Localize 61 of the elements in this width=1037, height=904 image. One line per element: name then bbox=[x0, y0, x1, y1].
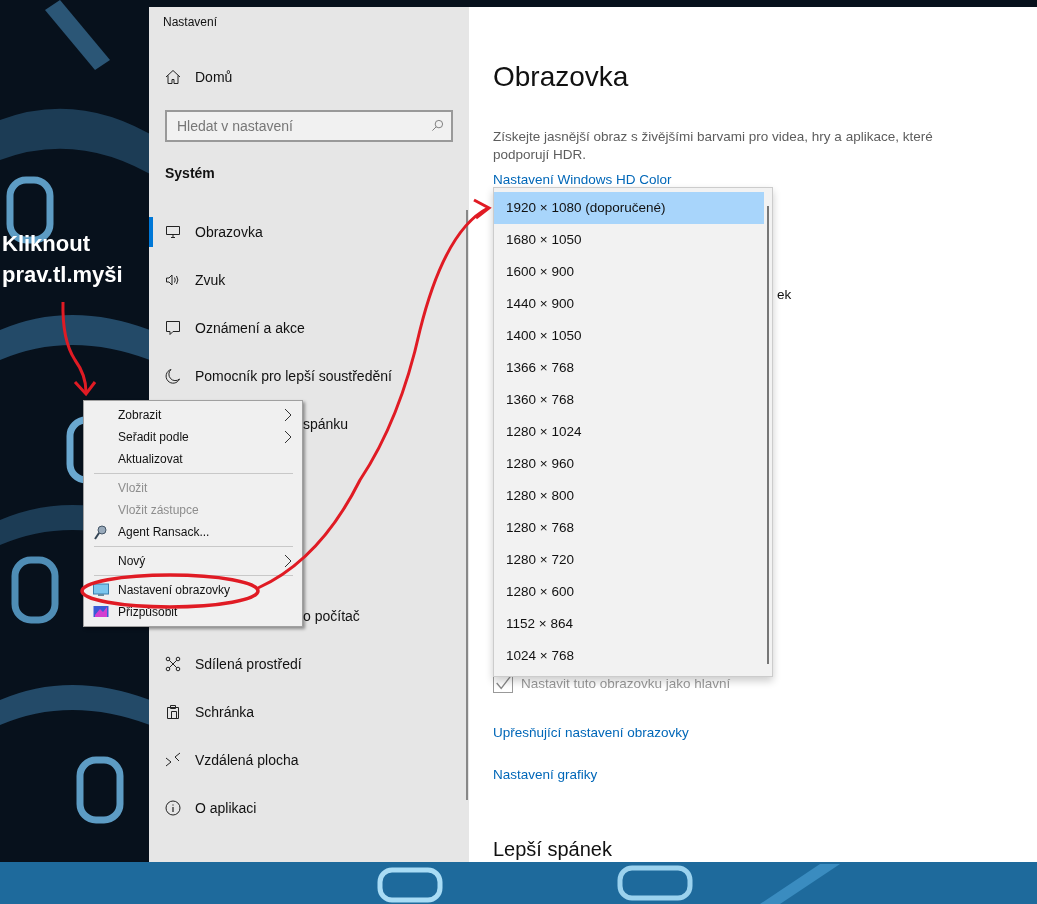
info-icon bbox=[165, 800, 181, 816]
sidebar-item[interactable]: O aplikaci bbox=[149, 784, 469, 832]
description-text: Získejte jasnější obraz s živějšími barvami pro videa, hry a aplikace, které podporují HDR. bbox=[493, 128, 934, 164]
sidebar-item[interactable]: Pomocník pro lepší soustředění bbox=[149, 352, 469, 400]
resolution-option[interactable]: 1920 × 1080 (doporučené) bbox=[494, 192, 764, 224]
personalize-icon bbox=[93, 604, 109, 620]
resolution-option[interactable]: 1024 × 768 bbox=[494, 640, 764, 672]
resolution-option[interactable]: 1280 × 800 bbox=[494, 480, 764, 512]
sidebar-item[interactable]: Sdílená prostředí bbox=[149, 640, 469, 688]
annotation-text: Kliknout prav.tl.myši bbox=[2, 230, 123, 289]
menu-item[interactable]: Přizpůsobit bbox=[84, 601, 302, 623]
resolution-option[interactable]: 1280 × 768 bbox=[494, 512, 764, 544]
message-icon bbox=[165, 320, 181, 336]
section-heading: Lepší spánek bbox=[493, 837, 613, 862]
sidebar-item[interactable]: Zvuk bbox=[149, 256, 469, 304]
sidebar-item[interactable]: Oznámení a akce bbox=[149, 304, 469, 352]
resolution-option[interactable]: 1680 × 1050 bbox=[494, 224, 764, 256]
chevron-icon bbox=[284, 430, 292, 444]
scrollbar[interactable] bbox=[767, 206, 769, 664]
checkmark-icon bbox=[494, 674, 512, 692]
section-heading: Systém bbox=[165, 164, 216, 182]
clipboard-icon bbox=[165, 704, 181, 720]
resolution-option[interactable]: 1152 × 864 bbox=[494, 608, 764, 640]
menu-item[interactable]: Agent Ransack... bbox=[84, 521, 302, 543]
sidebar-item[interactable]: Vzdálená plocha bbox=[149, 736, 469, 784]
resolution-option[interactable]: 1400 × 1050 bbox=[494, 320, 764, 352]
resolution-option[interactable]: 1600 × 900 bbox=[494, 256, 764, 288]
resolution-option[interactable]: 1280 × 1024 bbox=[494, 416, 764, 448]
chevron-icon bbox=[284, 408, 292, 422]
menu-item[interactable]: Aktualizovat bbox=[84, 448, 302, 470]
scrollbar[interactable] bbox=[466, 210, 468, 800]
share-icon bbox=[165, 656, 181, 672]
menu-item[interactable]: Nový bbox=[84, 550, 302, 572]
settings-link[interactable]: Upřesňující nastavení obrazovky bbox=[493, 724, 689, 742]
monitor-icon bbox=[165, 224, 181, 240]
chevron-icon bbox=[284, 554, 292, 568]
speaker-icon bbox=[165, 272, 181, 288]
menu-item[interactable]: Nastavení obrazovky bbox=[84, 579, 302, 601]
setting-text: ek bbox=[777, 286, 792, 304]
settings-link[interactable]: Nastavení grafiky bbox=[493, 766, 598, 784]
window-title: Nastavení bbox=[162, 14, 219, 31]
hd-color-link[interactable]: Nastavení Windows HD Color bbox=[493, 171, 672, 189]
resolution-option[interactable]: 1366 × 768 bbox=[494, 352, 764, 384]
menu-item[interactable]: Seřadit podle bbox=[84, 426, 302, 448]
moon-icon bbox=[165, 368, 181, 384]
resolution-option[interactable]: 1360 × 768 bbox=[494, 384, 764, 416]
home-icon bbox=[165, 69, 181, 85]
search-icon bbox=[431, 119, 444, 132]
resolution-option[interactable]: 1280 × 600 bbox=[494, 576, 764, 608]
home-item[interactable]: Domů bbox=[149, 53, 469, 101]
monitor-icon bbox=[93, 582, 109, 598]
resolution-option[interactable]: 1280 × 960 bbox=[494, 448, 764, 480]
sidebar-item[interactable]: Obrazovka bbox=[149, 208, 469, 256]
search-field[interactable]: Hledat v nastavení bbox=[165, 110, 453, 142]
resolution-option[interactable]: 1280 × 720 bbox=[494, 544, 764, 576]
remote-icon bbox=[165, 752, 181, 768]
resolution-option[interactable]: 1440 × 900 bbox=[494, 288, 764, 320]
menu-item[interactable]: Zobrazit bbox=[84, 404, 302, 426]
sidebar-item[interactable]: Schránka bbox=[149, 688, 469, 736]
resolution-dropdown[interactable]: 1920 × 1080 (doporučené) 1680 × 1050 1600 × 900 1440 × 900 1400 × 1050 1366 × 768 1360 × 768 1280 × 1024 1280 × 960 1280 × 800 1280 × 768 1280 × 720 1280 × 600 1152 × 864 1024 × 768 bbox=[493, 187, 773, 677]
magnifier-icon bbox=[93, 524, 109, 540]
